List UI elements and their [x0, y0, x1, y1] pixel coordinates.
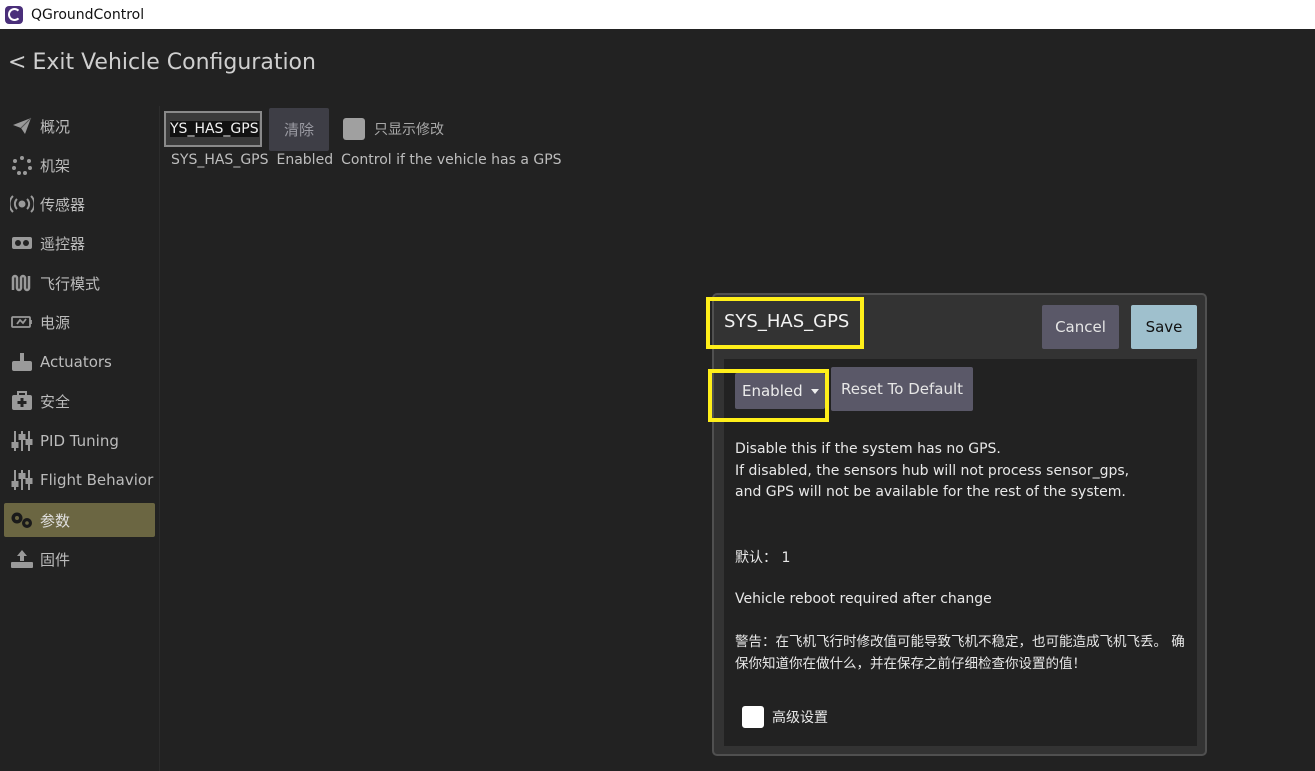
- rc-transmitter-icon: [10, 233, 34, 253]
- exit-config-label: Exit Vehicle Configuration: [32, 50, 316, 75]
- sidebar-item-power[interactable]: 电源: [4, 305, 155, 339]
- sidebar-item-label: 机架: [40, 156, 71, 175]
- description-line: If disabled, the sensors hub will not pr…: [735, 462, 1130, 479]
- sidebar-item-firmware[interactable]: 固件: [4, 542, 155, 576]
- sidebar-item-label: 安全: [40, 392, 71, 411]
- first-aid-icon: [10, 391, 34, 411]
- sidebar-item-label: Flight Behavior: [40, 471, 154, 489]
- sidebar-divider: [159, 106, 160, 771]
- sidebar-item-label: 固件: [40, 550, 71, 569]
- dropdown-value: Enabled: [742, 382, 803, 400]
- title-bar: QGroundControl: [0, 0, 1315, 29]
- sidebar-item-safety[interactable]: 安全: [4, 384, 155, 418]
- checkbox-box[interactable]: [742, 706, 764, 728]
- radio-waves-icon: [10, 194, 34, 214]
- sidebar-item-label: PID Tuning: [40, 432, 119, 450]
- sliders-icon: [10, 431, 34, 451]
- param-description: Control if the vehicle has a GPS: [341, 152, 562, 168]
- sidebar-item-sensors[interactable]: 传感器: [4, 187, 155, 221]
- firmware-upload-icon: [10, 549, 34, 569]
- sidebar-item-label: 飞行模式: [40, 274, 101, 293]
- parameter-row[interactable]: SYS_HAS_GPS Enabled Control if the vehic…: [171, 152, 562, 168]
- cancel-button[interactable]: Cancel: [1042, 305, 1119, 349]
- value-dropdown[interactable]: Enabled: [735, 373, 825, 409]
- sidebar-item-pid-tuning[interactable]: PID Tuning: [4, 424, 155, 458]
- warning-text: 警告：在飞机飞行时修改值可能导致飞机不稳定，也可能造成飞机飞丢。 确保你知道你在…: [735, 634, 1185, 672]
- sidebar-item-label: 遥控器: [40, 234, 86, 253]
- qgc-logo-icon: [5, 5, 23, 24]
- sidebar-item-flight-behavior[interactable]: Flight Behavior: [4, 463, 155, 497]
- exit-vehicle-configuration-button[interactable]: < Exit Vehicle Configuration: [8, 50, 316, 75]
- sidebar-item-label: 概况: [40, 117, 71, 136]
- description-line: Disable this if the system has no GPS.: [735, 441, 1001, 457]
- chevron-down-icon: [810, 388, 819, 394]
- description-line: and GPS will not be available for the re…: [735, 484, 1126, 500]
- search-input-value: YS_HAS_GPS: [170, 121, 259, 137]
- reboot-notice: Vehicle reboot required after change: [735, 591, 992, 607]
- window-title: QGroundControl: [31, 6, 145, 23]
- parameter-editor-dialog: SYS_HAS_GPS Cancel Save Enabled Reset To…: [706, 293, 1207, 756]
- sidebar-item-label: 传感器: [40, 195, 86, 214]
- sidebar-item-radio[interactable]: 遥控器: [4, 226, 155, 260]
- checkbox-box[interactable]: [343, 118, 365, 140]
- paper-plane-icon: [10, 116, 34, 136]
- sidebar-item-airframe[interactable]: 机架: [4, 148, 155, 182]
- dialog-title: SYS_HAS_GPS: [724, 311, 850, 332]
- sidebar-item-label: 参数: [40, 511, 71, 530]
- parameter-search-input[interactable]: YS_HAS_GPS: [164, 111, 262, 147]
- back-chevron-icon: <: [8, 50, 27, 75]
- sliders-icon: [10, 470, 34, 490]
- clear-search-button[interactable]: 清除: [269, 108, 329, 151]
- sidebar-item-flight-modes[interactable]: 飞行模式: [4, 266, 155, 300]
- advanced-settings-label: 高级设置: [772, 710, 828, 726]
- sidebar-item-parameters[interactable]: 参数: [4, 503, 155, 537]
- sidebar-item-label: Actuators: [40, 353, 112, 371]
- parameter-long-description: Disable this if the system has no GPS. I…: [735, 439, 1129, 504]
- sidebar-item-actuators[interactable]: Actuators: [4, 345, 155, 379]
- sidebar-item-summary[interactable]: 概况: [4, 109, 155, 143]
- sidebar-item-label: 电源: [40, 313, 71, 332]
- gears-icon: [10, 510, 34, 530]
- only-changed-checkbox[interactable]: 只显示修改: [343, 118, 444, 140]
- default-number: 1: [781, 550, 791, 566]
- only-changed-label: 只显示修改: [374, 122, 444, 138]
- battery-icon: [10, 312, 34, 332]
- setup-sidebar: 概况 机架 传感器 遥控器 飞行模式 电源 Actuators 安全 PID T…: [0, 106, 160, 771]
- default-value: 默认： 1: [735, 547, 790, 567]
- save-button[interactable]: Save: [1131, 305, 1197, 349]
- actuator-icon: [10, 352, 34, 372]
- dialog-body: Enabled Reset To Default Disable this if…: [708, 359, 1197, 746]
- param-value: Enabled: [276, 152, 334, 168]
- default-label: 默认：: [735, 550, 777, 566]
- advanced-settings-checkbox[interactable]: 高级设置: [742, 706, 828, 728]
- param-name: SYS_HAS_GPS: [171, 152, 269, 168]
- reset-to-default-button[interactable]: Reset To Default: [831, 367, 973, 411]
- flight-modes-icon: [10, 273, 34, 293]
- airframe-dots-icon: [10, 155, 34, 175]
